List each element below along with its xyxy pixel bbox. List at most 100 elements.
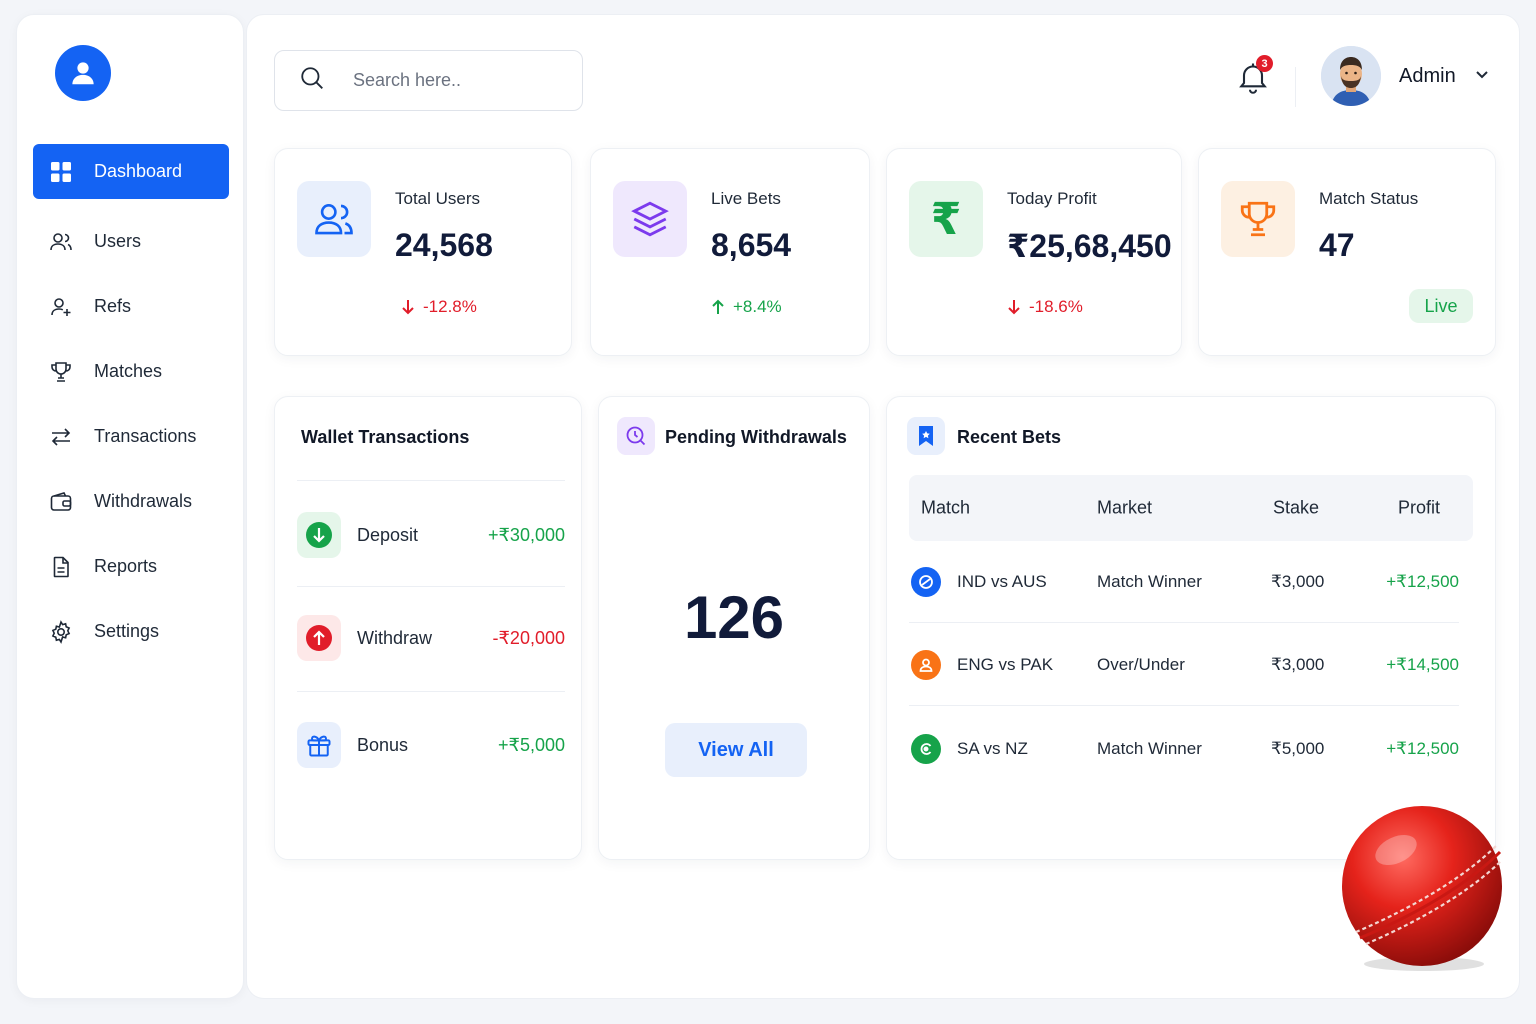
pending-title: Pending Withdrawals xyxy=(665,427,847,447)
column-header-profit[interactable]: Profit xyxy=(1398,498,1440,519)
recent-bets-title: Recent Bets xyxy=(957,427,1062,447)
notification-bell-icon[interactable]: 3 xyxy=(1235,55,1273,95)
bet-stake: ₹3,000 xyxy=(1271,655,1325,674)
recent-bets-card: Recent Bets Match Market Stake Profit IN… xyxy=(886,396,1496,860)
column-header-stake[interactable]: Stake xyxy=(1273,498,1319,519)
sidebar-item-reports[interactable]: Reports xyxy=(33,539,229,594)
table-row[interactable]: SA vs NZ Match Winner ₹5,000 +₹12,500 xyxy=(909,724,1473,774)
profile-menu[interactable]: Admin xyxy=(1321,46,1490,106)
arrow-up-icon xyxy=(712,299,724,314)
profile-name: Admin xyxy=(1399,64,1456,87)
bet-profit: +₹12,500 xyxy=(1386,739,1459,758)
sidebar-item-settings[interactable]: Settings xyxy=(33,604,229,659)
user-plus-icon xyxy=(49,295,73,319)
stat-value: 47 xyxy=(1319,227,1355,263)
cricket-ball-icon xyxy=(1338,804,1506,972)
sidebar-item-withdrawals[interactable]: Withdrawals xyxy=(33,474,229,529)
avatar xyxy=(1321,46,1381,106)
document-icon xyxy=(49,555,73,579)
sidebar-item-users[interactable]: Users xyxy=(33,214,229,269)
sidebar-item-label: Dashboard xyxy=(94,161,183,181)
sidebar-item-label: Matches xyxy=(94,361,163,381)
table-header: Match Market Stake Profit xyxy=(909,475,1473,541)
wallet-row-label: Deposit xyxy=(357,524,419,545)
stat-delta-value: -12.8% xyxy=(423,297,477,316)
gift-icon xyxy=(297,722,341,768)
column-header-market[interactable]: Market xyxy=(1097,498,1152,519)
users-icon xyxy=(49,230,73,254)
sidebar-item-label: Refs xyxy=(94,296,132,316)
dashboard-grid-icon xyxy=(49,160,73,184)
user-logo-icon[interactable] xyxy=(55,45,111,101)
sidebar-item-label: Withdrawals xyxy=(94,491,193,511)
bet-profit: +₹12,500 xyxy=(1386,572,1459,591)
sidebar-item-label: Reports xyxy=(94,556,158,576)
stat-delta: +8.4% xyxy=(711,297,782,317)
view-all-button[interactable]: View All xyxy=(665,723,807,777)
stat-label: Today Profit xyxy=(1007,189,1097,208)
wallet-row-amount: -₹20,000 xyxy=(492,627,565,648)
stat-label: Match Status xyxy=(1319,189,1419,208)
wallet-row-bonus[interactable]: Bonus +₹5,000 xyxy=(297,722,565,768)
main-panel: 3 Admin Total Users 24,568 - xyxy=(246,14,1520,999)
withdraw-arrow-icon xyxy=(297,615,341,661)
stat-delta: -18.6% xyxy=(1007,297,1083,317)
sidebar-item-label: Transactions xyxy=(94,426,197,446)
stat-value: 24,568 xyxy=(395,227,493,263)
stat-label: Total Users xyxy=(395,189,481,208)
wallet-row-deposit[interactable]: Deposit +₹30,000 xyxy=(297,512,565,558)
stat-card-match-status[interactable]: Match Status 47 Live xyxy=(1198,148,1496,356)
bet-market: Match Winner xyxy=(1097,572,1202,591)
notification-badge: 3 xyxy=(1256,55,1273,72)
clock-search-icon xyxy=(617,417,655,455)
trophy-icon xyxy=(49,360,73,384)
bet-match: SA vs NZ xyxy=(957,739,1028,758)
search-icon xyxy=(299,65,325,96)
arrow-down-icon xyxy=(402,300,414,315)
table-row[interactable]: ENG vs PAK Over/Under ₹3,000 +₹14,500 xyxy=(909,640,1473,690)
sidebar-item-label: Settings xyxy=(94,621,160,641)
bookmark-icon xyxy=(907,417,945,455)
stat-card-today-profit[interactable]: ₹ Today Profit ₹25,68,450 -18.6% xyxy=(886,148,1182,356)
stat-card-total-users[interactable]: Total Users 24,568 -12.8% xyxy=(274,148,572,356)
table-row[interactable]: IND vs AUS Match Winner ₹3,000 +₹12,500 xyxy=(909,557,1473,607)
team-logo-icon xyxy=(911,650,941,680)
wallet-row-amount: +₹5,000 xyxy=(497,734,565,755)
sidebar-item-label: Users xyxy=(94,231,142,251)
column-header-match[interactable]: Match xyxy=(921,498,970,519)
rupee-icon: ₹ xyxy=(909,181,983,257)
sidebar-item-matches[interactable]: Matches xyxy=(33,344,229,399)
stat-card-live-bets[interactable]: Live Bets 8,654 +8.4% xyxy=(590,148,870,356)
arrow-down-icon xyxy=(1008,300,1020,315)
stat-label: Live Bets xyxy=(711,189,781,208)
stat-delta: -12.8% xyxy=(401,297,477,317)
wallet-row-amount: +₹30,000 xyxy=(487,524,565,545)
wallet-title: Wallet Transactions xyxy=(301,427,470,447)
wallet-row-label: Withdraw xyxy=(357,627,433,648)
bet-stake: ₹3,000 xyxy=(1271,572,1325,591)
pending-count: 126 xyxy=(683,584,785,651)
sidebar-item-transactions[interactable]: Transactions xyxy=(33,409,229,464)
users-icon xyxy=(297,181,371,257)
wallet-icon xyxy=(49,490,73,514)
team-logo-icon xyxy=(911,567,941,597)
arrows-exchange-icon xyxy=(49,425,73,449)
bet-market: Over/Under xyxy=(1097,655,1185,674)
sidebar: Dashboard Users Refs Matches Transaction… xyxy=(16,14,244,999)
wallet-row-withdraw[interactable]: Withdraw -₹20,000 xyxy=(297,615,565,661)
gear-icon xyxy=(49,619,73,644)
search-box[interactable] xyxy=(274,50,583,111)
bet-match: ENG vs PAK xyxy=(957,655,1054,674)
chevron-down-icon xyxy=(1474,66,1490,87)
deposit-arrow-icon xyxy=(297,512,341,558)
stat-value: 8,654 xyxy=(711,227,792,263)
sidebar-item-dashboard[interactable]: Dashboard xyxy=(33,144,229,199)
header-divider xyxy=(1295,67,1296,107)
divider xyxy=(297,480,565,481)
search-input[interactable] xyxy=(353,70,553,91)
live-status-badge: Live xyxy=(1409,289,1473,323)
pending-withdrawals-card: Pending Withdrawals 126 View All xyxy=(598,396,870,860)
divider xyxy=(909,705,1459,706)
bet-market: Match Winner xyxy=(1097,739,1202,758)
sidebar-item-refs[interactable]: Refs xyxy=(33,279,229,334)
